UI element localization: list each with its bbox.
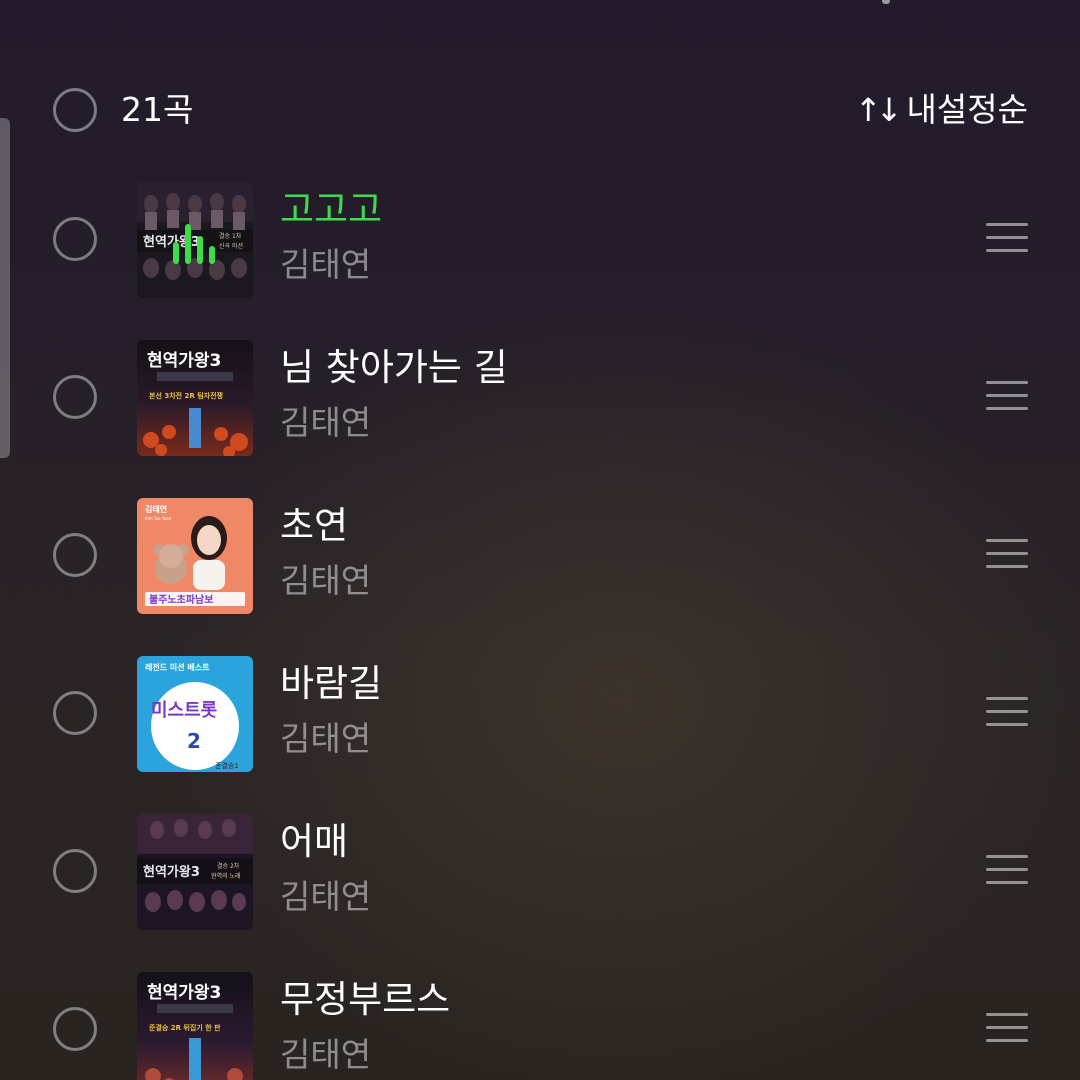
svg-text:준결승 2R 뒤집기 한 판: 준결승 2R 뒤집기 한 판 bbox=[149, 1023, 221, 1032]
album-art[interactable]: 현역가왕3 결승 1차 신곡 미션 bbox=[137, 182, 253, 298]
album-title-text: 현역가왕3 bbox=[143, 864, 200, 880]
svg-text:본선 3차전 2R 팀자전쟁: 본선 3차전 2R 팀자전쟁 bbox=[149, 391, 223, 400]
svg-text:레전드 미션 베스트: 레전드 미션 베스트 bbox=[145, 662, 210, 672]
track-artist: 김태연 bbox=[280, 877, 372, 916]
sort-icon: ↑↓ bbox=[854, 91, 903, 129]
track-count: 21곡 bbox=[121, 90, 194, 129]
drag-handle-icon[interactable] bbox=[986, 381, 1028, 411]
drag-handle-icon[interactable] bbox=[986, 539, 1028, 569]
playlist-header: 21곡 ↑↓ 내설정순 bbox=[0, 84, 1080, 136]
track-title: 무정부르스 bbox=[280, 978, 451, 1021]
svg-text:Kim Tae Yeon: Kim Tae Yeon bbox=[145, 516, 172, 521]
album-title-text: 현역가왕3 bbox=[147, 351, 221, 371]
drag-handle-icon[interactable] bbox=[986, 855, 1028, 885]
album-title-text: 미스트롯 bbox=[151, 700, 217, 721]
track-title: 바람길 bbox=[280, 662, 383, 705]
track-row[interactable]: 현역가왕3 결승 1차 신곡 미션 고고고 김태연 bbox=[0, 180, 1080, 298]
track-select-checkbox[interactable] bbox=[53, 375, 97, 419]
track-row[interactable]: 현역가왕3 준결승 2R 뒤집기 한 판 무정부르스 김태연 bbox=[0, 970, 1080, 1080]
album-art[interactable]: 현역가왕3 결승 2차 현역의 노래 bbox=[137, 814, 253, 930]
track-row[interactable]: 현역가왕3 본선 3차전 2R 팀자전쟁 님 찾아가는 길 김태연 bbox=[0, 338, 1080, 456]
svg-text:불주노초파남보: 불주노초파남보 bbox=[149, 593, 213, 606]
track-select-checkbox[interactable] bbox=[53, 1007, 97, 1051]
track-title: 님 찾아가는 길 bbox=[280, 346, 508, 389]
sort-button[interactable]: ↑↓ 내설정순 bbox=[855, 90, 1028, 130]
track-select-checkbox[interactable] bbox=[53, 533, 97, 577]
track-artist: 김태연 bbox=[280, 245, 372, 284]
track-select-checkbox[interactable] bbox=[53, 849, 97, 893]
drag-handle-icon[interactable] bbox=[986, 223, 1028, 253]
album-artist-text: 김태연 bbox=[145, 504, 167, 514]
svg-text:결승 2차: 결승 2차 bbox=[217, 862, 240, 870]
album-art[interactable]: 현역가왕3 준결승 2R 뒤집기 한 판 bbox=[137, 972, 253, 1080]
track-row[interactable]: 김태연 Kim Tae Yeon 불주노초파남보 초연 김태연 bbox=[0, 496, 1080, 614]
track-title: 고고고 bbox=[280, 188, 383, 231]
svg-text:현역의 노래: 현역의 노래 bbox=[211, 872, 241, 880]
track-artist: 김태연 bbox=[280, 719, 372, 758]
svg-text:2: 2 bbox=[187, 729, 201, 753]
track-artist: 김태연 bbox=[280, 1035, 372, 1074]
sort-label: 내설정순 bbox=[906, 90, 1028, 129]
album-art[interactable]: 김태연 Kim Tae Yeon 불주노초파남보 bbox=[137, 498, 253, 614]
track-select-checkbox[interactable] bbox=[53, 217, 97, 261]
select-all-checkbox[interactable] bbox=[53, 88, 97, 132]
now-playing-equalizer-icon bbox=[169, 218, 225, 264]
svg-text:준결승1: 준결승1 bbox=[215, 761, 239, 770]
album-art[interactable]: 현역가왕3 본선 3차전 2R 팀자전쟁 bbox=[137, 340, 253, 456]
track-title: 어매 bbox=[280, 820, 349, 863]
track-artist: 김태연 bbox=[280, 403, 372, 442]
track-title: 초연 bbox=[280, 504, 349, 547]
track-row[interactable]: 레전드 미션 베스트 미스트롯 2 준결승1 바람길 김태연 bbox=[0, 654, 1080, 772]
drag-handle-icon[interactable] bbox=[986, 1013, 1028, 1043]
album-art[interactable]: 레전드 미션 베스트 미스트롯 2 준결승1 bbox=[137, 656, 253, 772]
track-row[interactable]: 현역가왕3 결승 2차 현역의 노래 어매 김태연 bbox=[0, 812, 1080, 930]
track-artist: 김태연 bbox=[280, 561, 372, 600]
album-title-text: 현역가왕3 bbox=[147, 983, 221, 1003]
drag-handle-icon[interactable] bbox=[986, 697, 1028, 727]
status-bar-fragment bbox=[882, 0, 890, 4]
track-select-checkbox[interactable] bbox=[53, 691, 97, 735]
